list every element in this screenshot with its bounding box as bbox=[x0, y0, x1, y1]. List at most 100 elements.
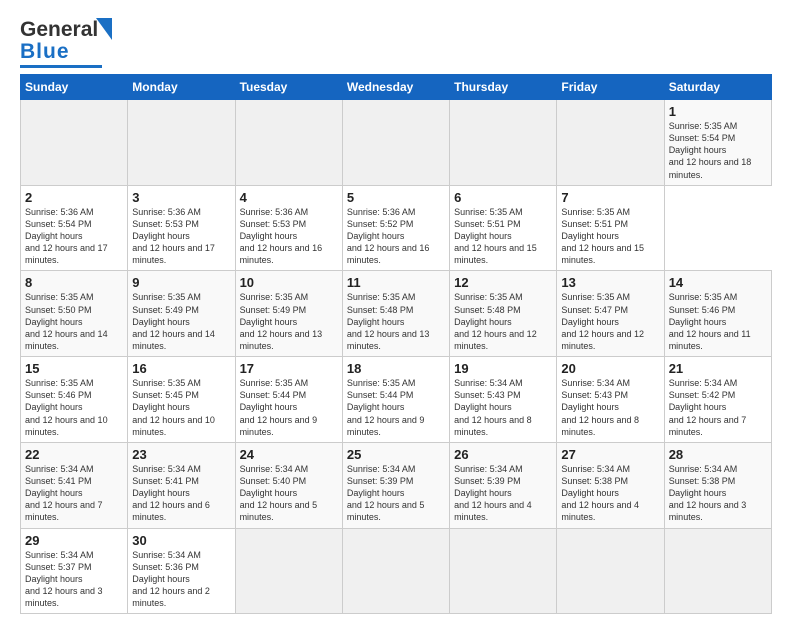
day-number: 2 bbox=[25, 190, 123, 205]
calendar-table: Sunday Monday Tuesday Wednesday Thursday… bbox=[20, 74, 772, 614]
calendar-cell: 2 Sunrise: 5:36 AMSunset: 5:54 PMDaylight… bbox=[21, 185, 128, 271]
day-number: 16 bbox=[132, 361, 230, 376]
calendar-cell: 23 Sunrise: 5:34 AMSunset: 5:41 PMDayligh… bbox=[128, 442, 235, 528]
day-number: 24 bbox=[240, 447, 338, 462]
day-number: 22 bbox=[25, 447, 123, 462]
calendar-cell: 29Sunrise: 5:34 AMSunset: 5:37 PMDayligh… bbox=[21, 528, 128, 614]
cell-content: Sunrise: 5:35 AMSunset: 5:44 PMDaylight … bbox=[347, 378, 425, 437]
calendar-cell: 18 Sunrise: 5:35 AMSunset: 5:44 PMDayligh… bbox=[342, 357, 449, 443]
calendar-cell: 7Sunrise: 5:35 AMSunset: 5:51 PMDaylight… bbox=[557, 185, 664, 271]
day-number: 10 bbox=[240, 275, 338, 290]
cell-content: Sunrise: 5:34 AMSunset: 5:41 PMDaylight … bbox=[132, 464, 210, 523]
day-number: 23 bbox=[132, 447, 230, 462]
logo-general: General bbox=[20, 18, 98, 41]
day-number: 20 bbox=[561, 361, 659, 376]
day-number: 19 bbox=[454, 361, 552, 376]
cell-content: Sunrise: 5:34 AMSunset: 5:41 PMDaylight … bbox=[25, 464, 103, 523]
day-number: 21 bbox=[669, 361, 767, 376]
cell-content: Sunrise: 5:35 AMSunset: 5:50 PMDaylight … bbox=[25, 292, 108, 351]
calendar-cell: 26 Sunrise: 5:34 AMSunset: 5:39 PMDayligh… bbox=[450, 442, 557, 528]
calendar-cell: 20 Sunrise: 5:34 AMSunset: 5:43 PMDayligh… bbox=[557, 357, 664, 443]
cell-content: Sunrise: 5:36 AMSunset: 5:52 PMDaylight … bbox=[347, 207, 430, 266]
cell-content: Sunrise: 5:36 AMSunset: 5:54 PMDaylight … bbox=[25, 207, 108, 266]
empty-cell bbox=[342, 528, 449, 614]
header-row: Sunday Monday Tuesday Wednesday Thursday… bbox=[21, 75, 772, 100]
cell-content: Sunrise: 5:34 AMSunset: 5:42 PMDaylight … bbox=[669, 378, 747, 437]
day-number: 27 bbox=[561, 447, 659, 462]
calendar-cell: 19Sunrise: 5:34 AMSunset: 5:43 PMDayligh… bbox=[450, 357, 557, 443]
logo-blue: Blue bbox=[20, 40, 70, 63]
day-number: 12 bbox=[454, 275, 552, 290]
empty-cell bbox=[21, 100, 128, 186]
empty-cell bbox=[557, 528, 664, 614]
cell-content: Sunrise: 5:35 AMSunset: 5:48 PMDaylight … bbox=[454, 292, 537, 351]
calendar-cell: 28Sunrise: 5:34 AMSunset: 5:38 PMDayligh… bbox=[664, 442, 771, 528]
logo-arrow-icon bbox=[96, 18, 112, 40]
cell-content: Sunrise: 5:35 AMSunset: 5:44 PMDaylight … bbox=[240, 378, 318, 437]
cell-content: Sunrise: 5:34 AMSunset: 5:43 PMDaylight … bbox=[561, 378, 639, 437]
cell-content: Sunrise: 5:34 AMSunset: 5:39 PMDaylight … bbox=[347, 464, 425, 523]
cell-content: Sunrise: 5:35 AMSunset: 5:45 PMDaylight … bbox=[132, 378, 215, 437]
calendar-cell: 5Sunrise: 5:36 AMSunset: 5:52 PMDaylight… bbox=[342, 185, 449, 271]
col-friday: Friday bbox=[557, 75, 664, 100]
calendar-week-row: 8 Sunrise: 5:35 AMSunset: 5:50 PMDaylight… bbox=[21, 271, 772, 357]
cell-content: Sunrise: 5:35 AMSunset: 5:49 PMDaylight … bbox=[132, 292, 215, 351]
day-number: 9 bbox=[132, 275, 230, 290]
empty-cell bbox=[450, 100, 557, 186]
col-saturday: Saturday bbox=[664, 75, 771, 100]
cell-content: Sunrise: 5:35 AMSunset: 5:51 PMDaylight … bbox=[454, 207, 537, 266]
day-number: 13 bbox=[561, 275, 659, 290]
col-thursday: Thursday bbox=[450, 75, 557, 100]
col-wednesday: Wednesday bbox=[342, 75, 449, 100]
cell-content: Sunrise: 5:35 AMSunset: 5:47 PMDaylight … bbox=[561, 292, 644, 351]
calendar-week-row: 29Sunrise: 5:34 AMSunset: 5:37 PMDayligh… bbox=[21, 528, 772, 614]
calendar-cell: 16 Sunrise: 5:35 AMSunset: 5:45 PMDayligh… bbox=[128, 357, 235, 443]
cell-content: Sunrise: 5:34 AMSunset: 5:36 PMDaylight … bbox=[132, 550, 210, 609]
empty-cell bbox=[450, 528, 557, 614]
calendar-cell: 22 Sunrise: 5:34 AMSunset: 5:41 PMDayligh… bbox=[21, 442, 128, 528]
calendar-week-row: 2 Sunrise: 5:36 AMSunset: 5:54 PMDaylight… bbox=[21, 185, 772, 271]
calendar-cell: 9 Sunrise: 5:35 AMSunset: 5:49 PMDaylight… bbox=[128, 271, 235, 357]
calendar-cell: 21 Sunrise: 5:34 AMSunset: 5:42 PMDayligh… bbox=[664, 357, 771, 443]
calendar-week-row: 15Sunrise: 5:35 AMSunset: 5:46 PMDayligh… bbox=[21, 357, 772, 443]
empty-cell bbox=[128, 100, 235, 186]
calendar-week-row: 1Sunrise: 5:35 AMSunset: 5:54 PMDaylight… bbox=[21, 100, 772, 186]
calendar-cell: 13 Sunrise: 5:35 AMSunset: 5:47 PMDayligh… bbox=[557, 271, 664, 357]
day-number: 26 bbox=[454, 447, 552, 462]
cell-content: Sunrise: 5:35 AMSunset: 5:46 PMDaylight … bbox=[669, 292, 751, 351]
calendar-cell: 30Sunrise: 5:34 AMSunset: 5:36 PMDayligh… bbox=[128, 528, 235, 614]
calendar-cell: 6 Sunrise: 5:35 AMSunset: 5:51 PMDaylight… bbox=[450, 185, 557, 271]
cell-content: Sunrise: 5:36 AMSunset: 5:53 PMDaylight … bbox=[132, 207, 215, 266]
empty-cell bbox=[235, 100, 342, 186]
calendar-cell: 11Sunrise: 5:35 AMSunset: 5:48 PMDayligh… bbox=[342, 271, 449, 357]
cell-content: Sunrise: 5:35 AMSunset: 5:49 PMDaylight … bbox=[240, 292, 323, 351]
empty-cell bbox=[557, 100, 664, 186]
cell-content: Sunrise: 5:36 AMSunset: 5:53 PMDaylight … bbox=[240, 207, 323, 266]
cell-content: Sunrise: 5:34 AMSunset: 5:39 PMDaylight … bbox=[454, 464, 532, 523]
calendar-cell: 15Sunrise: 5:35 AMSunset: 5:46 PMDayligh… bbox=[21, 357, 128, 443]
calendar-week-row: 22 Sunrise: 5:34 AMSunset: 5:41 PMDayligh… bbox=[21, 442, 772, 528]
cell-content: Sunrise: 5:34 AMSunset: 5:38 PMDaylight … bbox=[669, 464, 747, 523]
day-number: 11 bbox=[347, 275, 445, 290]
empty-cell bbox=[664, 528, 771, 614]
page: General Blue Sunday Monday Tuesday Wedne bbox=[0, 0, 792, 624]
day-number: 18 bbox=[347, 361, 445, 376]
day-number: 8 bbox=[25, 275, 123, 290]
calendar-cell: 3Sunrise: 5:36 AMSunset: 5:53 PMDaylight… bbox=[128, 185, 235, 271]
day-number: 25 bbox=[347, 447, 445, 462]
calendar-cell: 14 Sunrise: 5:35 AMSunset: 5:46 PMDayligh… bbox=[664, 271, 771, 357]
calendar-cell: 25 Sunrise: 5:34 AMSunset: 5:39 PMDayligh… bbox=[342, 442, 449, 528]
day-number: 4 bbox=[240, 190, 338, 205]
cell-content: Sunrise: 5:34 AMSunset: 5:40 PMDaylight … bbox=[240, 464, 318, 523]
day-number: 6 bbox=[454, 190, 552, 205]
empty-cell bbox=[342, 100, 449, 186]
cell-content: Sunrise: 5:34 AMSunset: 5:38 PMDaylight … bbox=[561, 464, 639, 523]
day-number: 17 bbox=[240, 361, 338, 376]
calendar-cell: 24 Sunrise: 5:34 AMSunset: 5:40 PMDayligh… bbox=[235, 442, 342, 528]
logo: General Blue bbox=[20, 18, 102, 68]
cell-content: Sunrise: 5:35 AMSunset: 5:51 PMDaylight … bbox=[561, 207, 644, 266]
calendar-cell: 8 Sunrise: 5:35 AMSunset: 5:50 PMDaylight… bbox=[21, 271, 128, 357]
cell-content: Sunrise: 5:35 AMSunset: 5:54 PMDaylight … bbox=[669, 121, 752, 180]
calendar-cell: 12 Sunrise: 5:35 AMSunset: 5:48 PMDayligh… bbox=[450, 271, 557, 357]
day-number: 14 bbox=[669, 275, 767, 290]
